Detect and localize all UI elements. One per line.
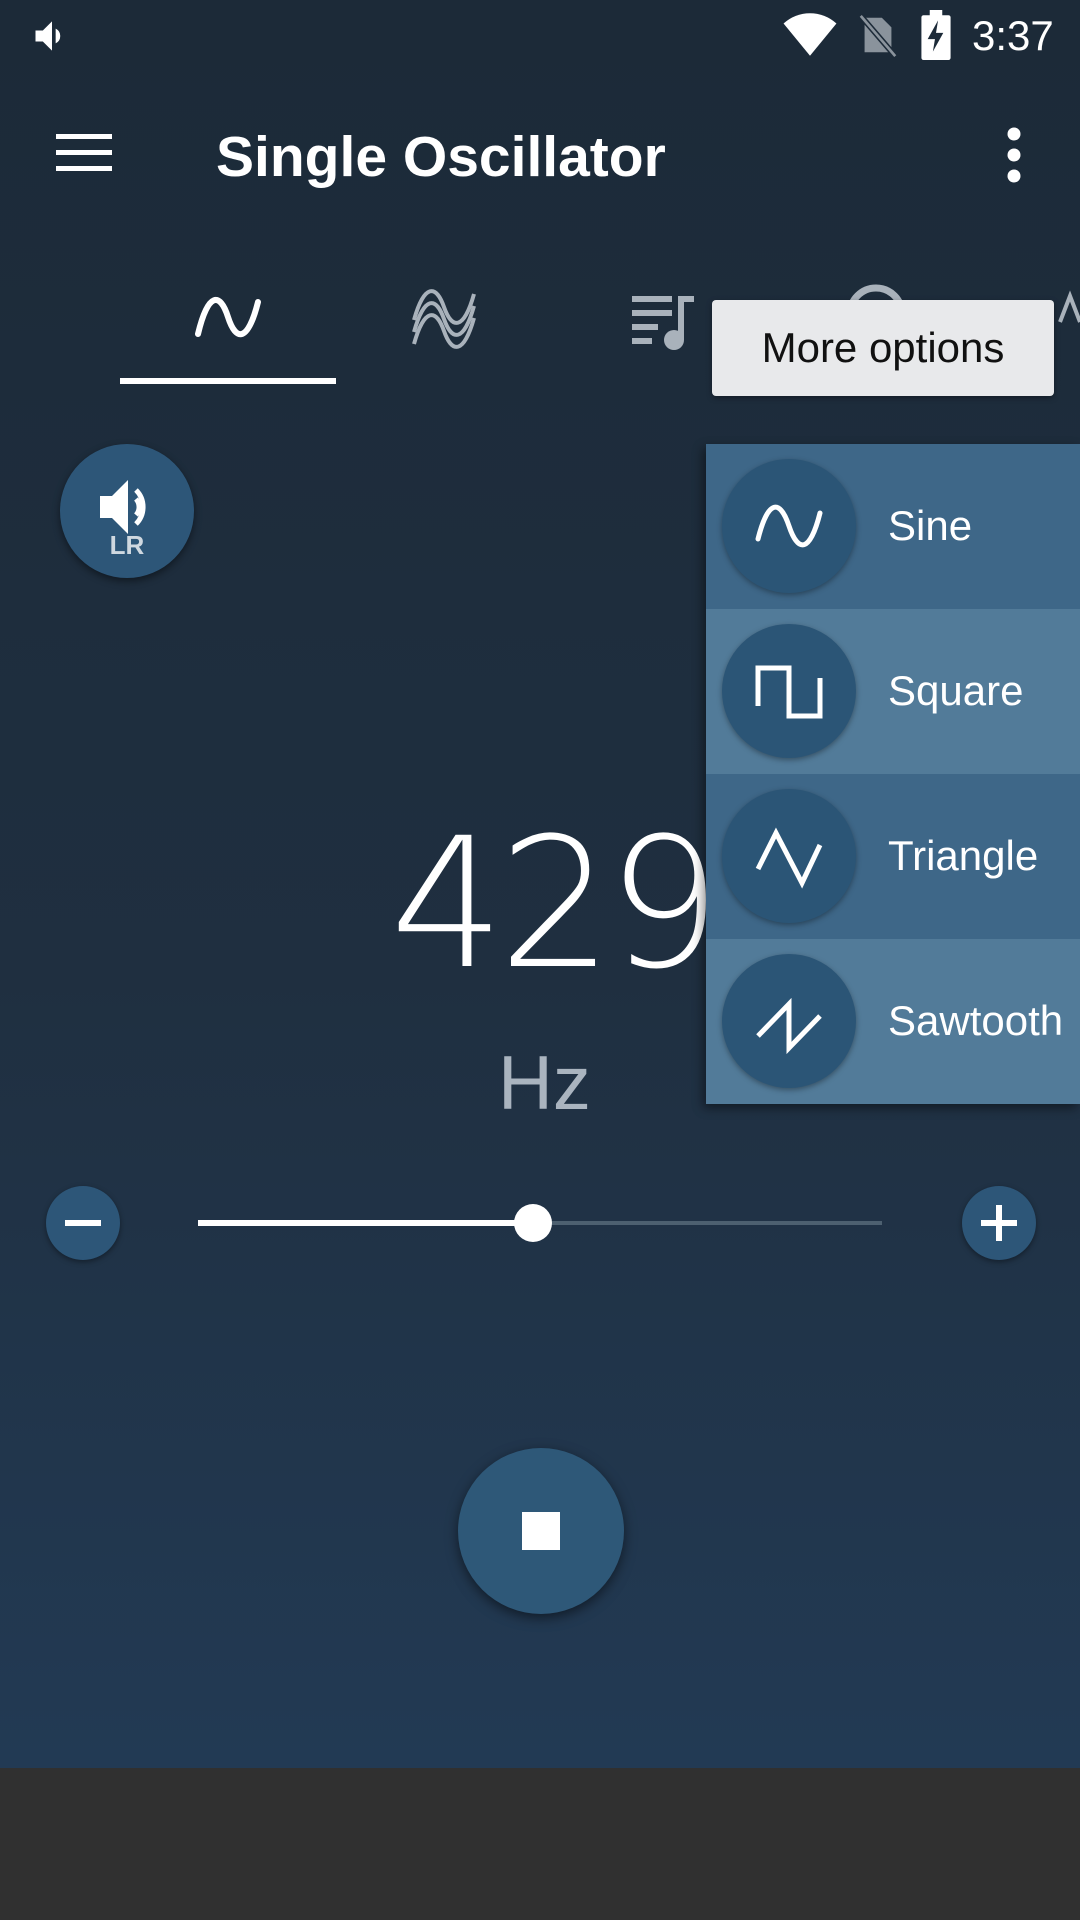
- frequency-slider-fill: [198, 1220, 534, 1226]
- more-options-tooltip: More options: [712, 300, 1054, 396]
- app-screen: 3:37 Single Oscillator More options LR 4…: [0, 0, 1080, 1768]
- navigation-bar: [0, 1768, 1080, 1920]
- waveform-icon-circle: [722, 789, 856, 923]
- stop-button[interactable]: [458, 1448, 624, 1614]
- battery-charging-icon: [921, 10, 951, 60]
- more-options-button[interactable]: [980, 114, 1048, 196]
- channel-label: LR: [109, 530, 145, 560]
- waveform-option-triangle[interactable]: Triangle: [706, 774, 1080, 939]
- frequency-value[interactable]: 429: [390, 815, 722, 995]
- page-title: Single Oscillator: [216, 125, 666, 189]
- triangle-wave-icon: [755, 827, 823, 889]
- menu-button[interactable]: [40, 112, 128, 194]
- more-vert-icon: [1007, 127, 1021, 183]
- status-time: 3:37: [972, 12, 1054, 59]
- tab-multi-oscillator[interactable]: [336, 262, 552, 372]
- status-bar: 3:37: [0, 0, 1080, 72]
- waveform-label: Sine: [888, 502, 973, 549]
- waveform-label: Triangle: [888, 832, 1039, 879]
- menu-icon: [56, 134, 112, 171]
- increase-frequency-button[interactable]: [962, 1186, 1036, 1260]
- waveform-icon-circle: [722, 459, 856, 593]
- sawtooth-wave-icon: [756, 997, 822, 1055]
- sine-wave-icon: [755, 504, 823, 548]
- decrease-frequency-button[interactable]: [46, 1186, 120, 1260]
- square-wave-icon: [755, 665, 823, 719]
- tab-indicator: [120, 378, 336, 384]
- minus-icon: [65, 1220, 101, 1226]
- plus-icon: [981, 1205, 1017, 1241]
- waveform-icon-circle: [722, 954, 856, 1088]
- waveform-menu: Sine Square Triangle Sawtooth: [706, 444, 1080, 1104]
- app-toolbar: Single Oscillator: [0, 72, 1080, 242]
- channel-button[interactable]: LR: [60, 444, 194, 578]
- waveform-label: Sawtooth: [888, 997, 1064, 1044]
- stop-icon: [522, 1512, 560, 1550]
- multi-wave-icon: [412, 289, 476, 349]
- frequency-unit: Hz: [498, 1041, 591, 1126]
- wifi-icon: [783, 13, 837, 56]
- waveform-option-sine[interactable]: Sine: [706, 444, 1080, 609]
- waveform-icon-circle: [722, 624, 856, 758]
- waveform-label: Square: [888, 667, 1024, 714]
- waveform-option-sawtooth[interactable]: Sawtooth: [706, 939, 1080, 1104]
- no-sim-icon: [858, 13, 898, 58]
- tab-single-oscillator[interactable]: [120, 262, 336, 372]
- frequency-slider-thumb[interactable]: [514, 1204, 553, 1242]
- sine-wave-icon: [195, 297, 261, 338]
- volume-icon: [35, 21, 61, 51]
- waveform-option-square[interactable]: Square: [706, 609, 1080, 774]
